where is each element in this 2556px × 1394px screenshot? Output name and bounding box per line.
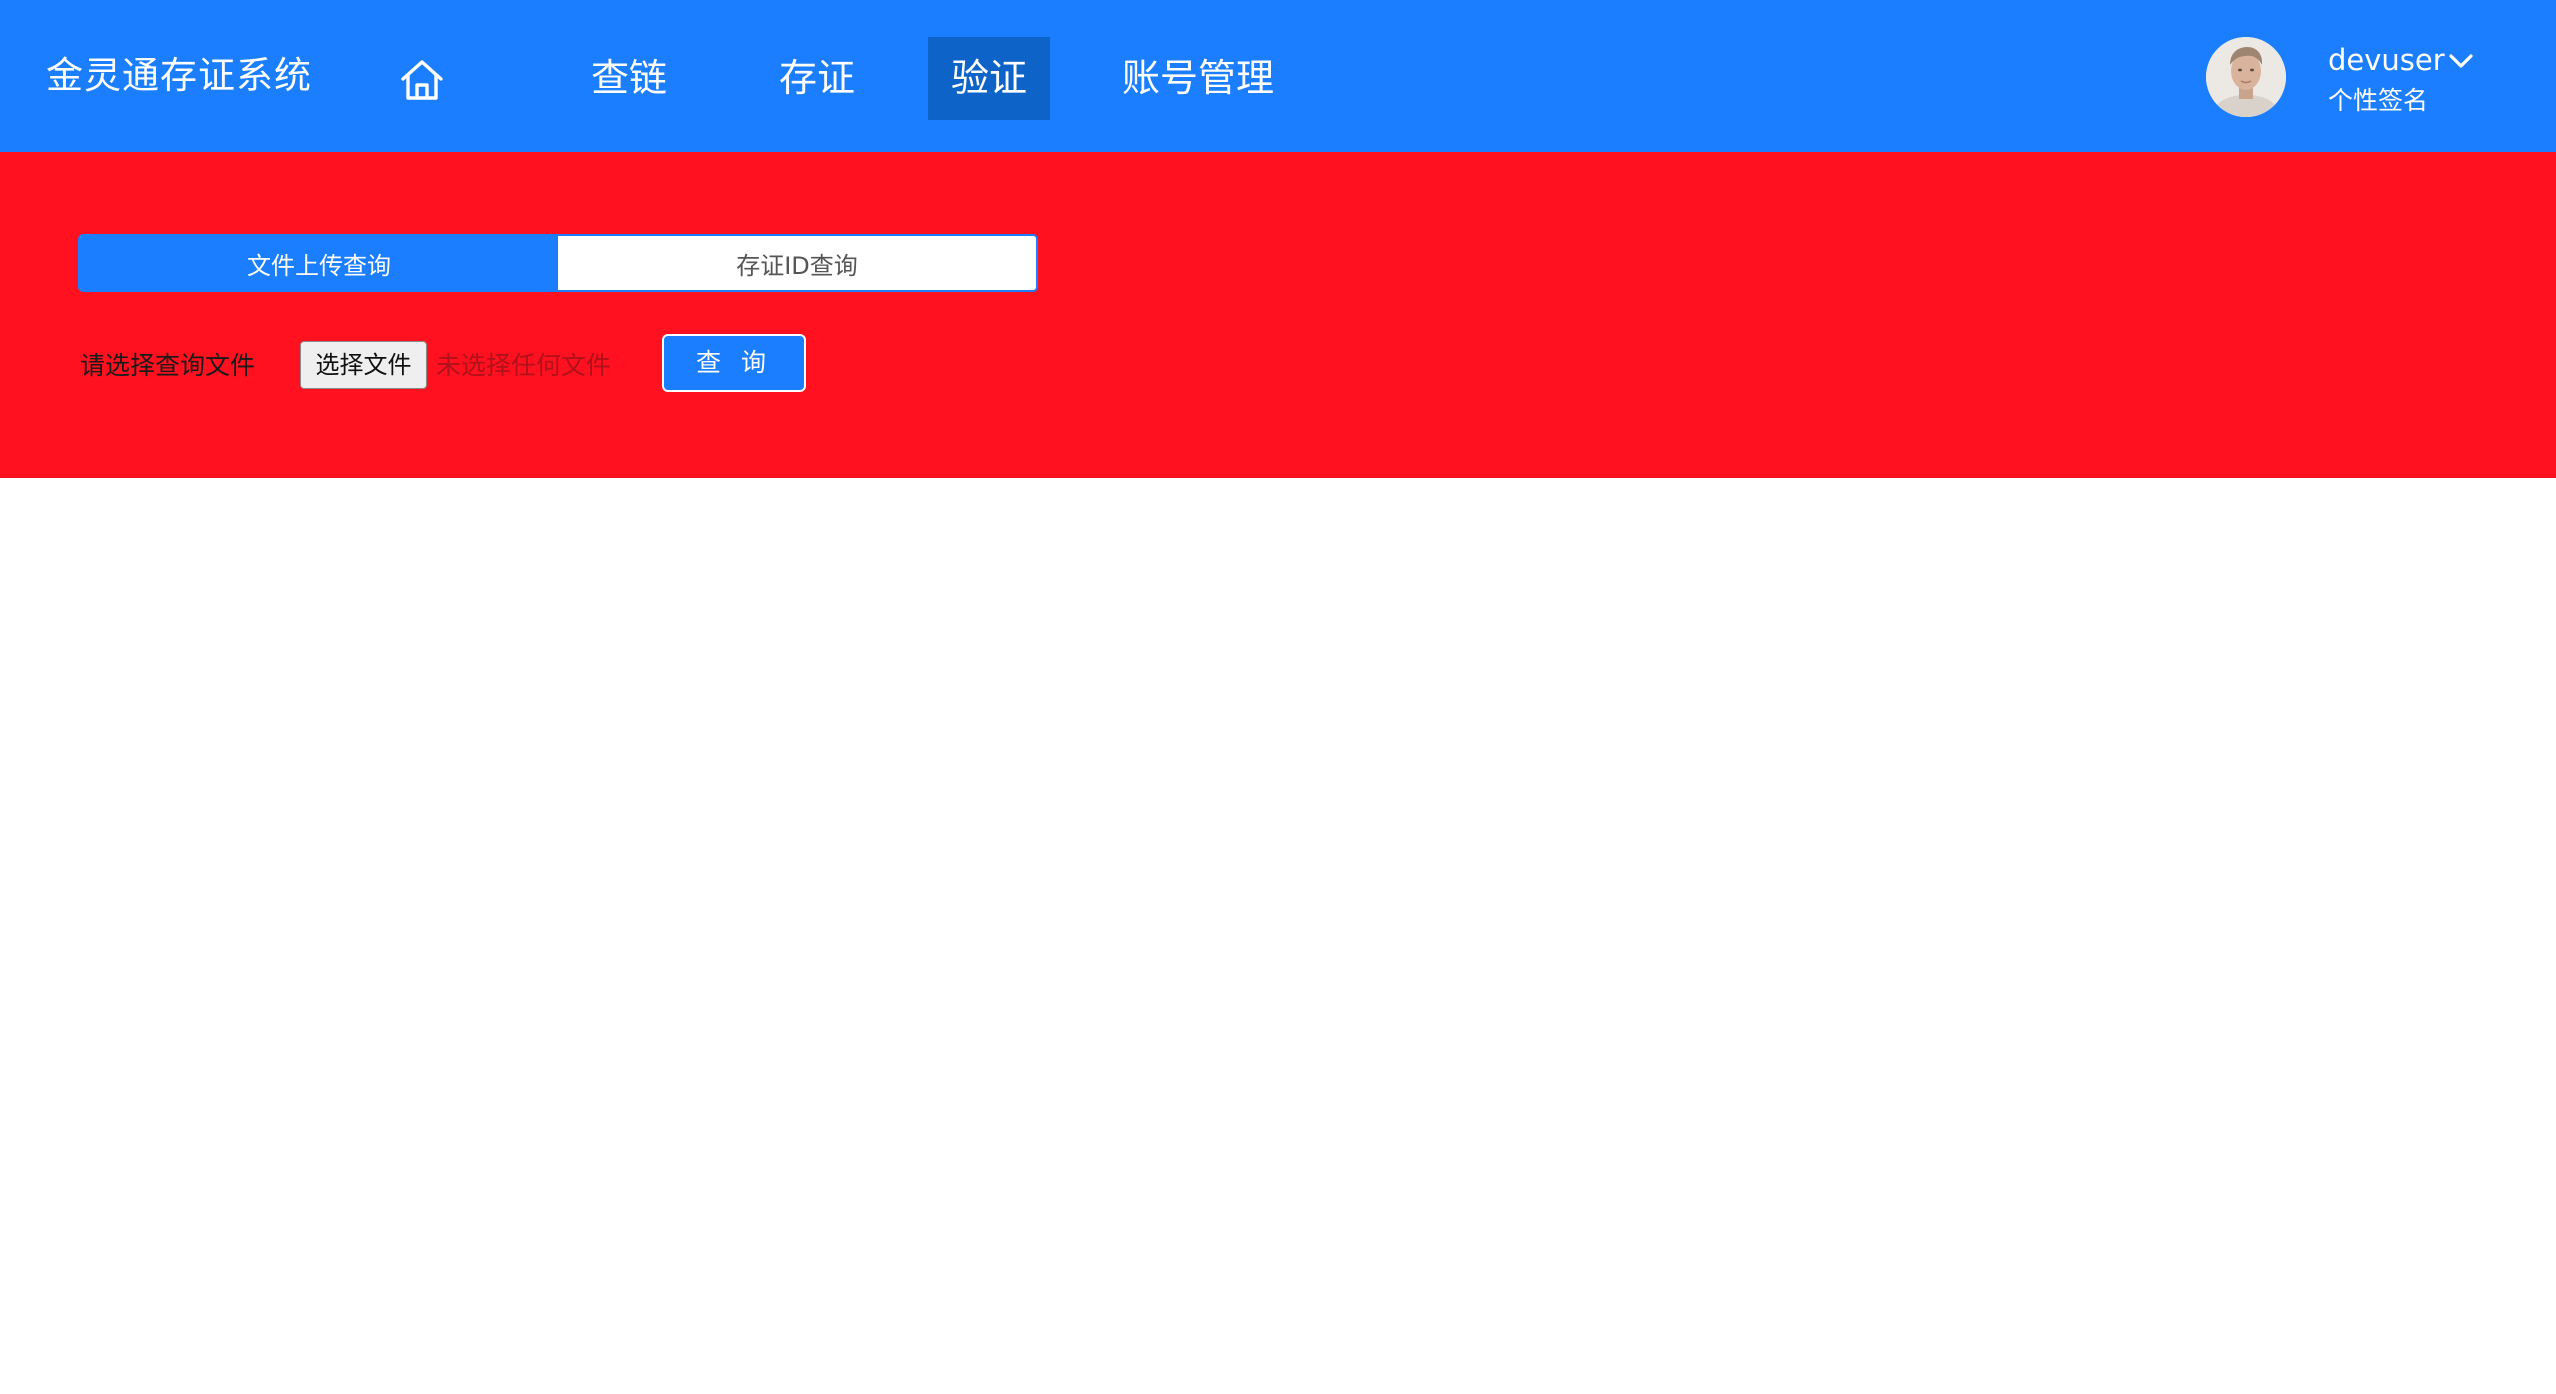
nav-item-verify[interactable]: 验证 [928, 37, 1050, 120]
nav-item-deposit[interactable]: 存证 [758, 37, 876, 120]
top-navigation-bar: 金灵通存证系统 查链 存证 验证 账号管理 devuser 个性签名 [0, 0, 2556, 152]
avatar[interactable] [2206, 37, 2286, 117]
query-mode-tabs: 文件上传查询 存证ID查询 [78, 234, 1038, 292]
chevron-down-icon[interactable] [2448, 50, 2474, 72]
home-button[interactable] [394, 52, 450, 108]
query-button[interactable]: 查 询 [662, 334, 806, 392]
verify-panel: 文件上传查询 存证ID查询 请选择查询文件 选择文件 未选择任何文件 查 询 [0, 152, 2556, 478]
user-avatar [2206, 37, 2286, 117]
file-select-label: 请选择查询文件 [80, 351, 256, 380]
home-icon [401, 60, 443, 100]
brand-title: 金灵通存证系统 [46, 54, 312, 97]
tab-deposit-id-query[interactable]: 存证ID查询 [558, 236, 1036, 290]
file-status-text: 未选择任何文件 [436, 351, 612, 380]
user-signature: 个性签名 [2328, 86, 2429, 115]
choose-file-button[interactable]: 选择文件 [300, 341, 427, 389]
nav-item-account-management[interactable]: 账号管理 [1108, 37, 1288, 120]
tab-file-upload-query[interactable]: 文件上传查询 [80, 236, 558, 290]
username[interactable]: devuser [2328, 38, 2445, 82]
nav-item-chain-query[interactable]: 查链 [570, 37, 688, 120]
